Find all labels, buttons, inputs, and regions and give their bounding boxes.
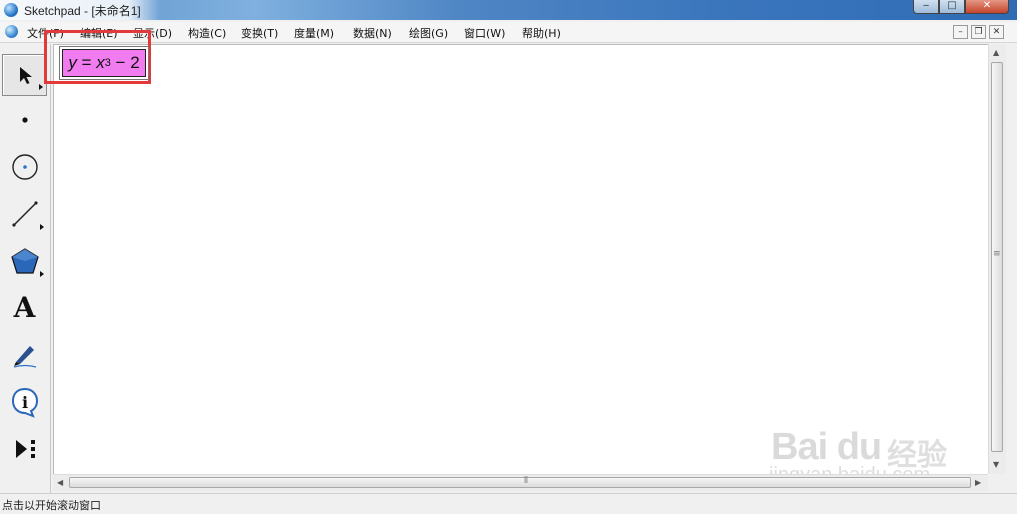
doc-restore-button[interactable]: ❐ xyxy=(971,25,986,39)
menu-measure[interactable]: 度量(M) xyxy=(294,25,334,41)
doc-close-button[interactable]: ✕ xyxy=(989,25,1004,39)
compass-tool[interactable] xyxy=(2,146,47,188)
doc-minimize-button[interactable]: – xyxy=(953,25,968,39)
straightedge-tool[interactable] xyxy=(2,193,47,235)
text-tool-icon: A xyxy=(13,291,36,324)
menu-graph[interactable]: 绘图(G) xyxy=(409,25,448,41)
document-icon[interactable] xyxy=(5,25,18,38)
custom-tool-icon xyxy=(15,440,35,458)
close-button[interactable]: ✕ xyxy=(965,0,1009,14)
menu-construct[interactable]: 构造(C) xyxy=(188,25,226,41)
equation-tail: − 2 xyxy=(110,53,140,72)
equation-label[interactable]: y = x 3 − 2 xyxy=(59,46,149,80)
svg-text:i: i xyxy=(21,393,27,412)
scroll-left-arrow[interactable]: ◀ xyxy=(57,478,63,487)
status-bar: 点击以开始滚动窗口 xyxy=(0,493,1017,514)
watermark-logo: Bai du xyxy=(771,426,882,468)
menu-window[interactable]: 窗口(W) xyxy=(464,25,505,41)
custom-tool[interactable] xyxy=(2,428,47,470)
vertical-scrollbar[interactable]: ▲ ≡ ▼ xyxy=(988,44,1006,474)
horizontal-grip-icon: ⦀ xyxy=(524,476,528,486)
selection-arrow-tool[interactable] xyxy=(2,54,47,96)
menu-transform[interactable]: 变换(T) xyxy=(241,25,278,41)
information-tool[interactable]: i xyxy=(2,381,47,423)
equation-lhs: y xyxy=(68,53,77,72)
sketchpad-app-icon xyxy=(4,3,18,17)
equation-equals: = xyxy=(76,53,97,72)
menu-bar: 文件(F) 编辑(E) 显示(D) 构造(C) 变换(T) 度量(M) 数据(N… xyxy=(0,22,1017,43)
scroll-up-arrow[interactable]: ▲ xyxy=(993,48,999,57)
window-controls: ‒ □ ✕ xyxy=(913,0,1009,16)
window-title: Sketchpad - [未命名1] xyxy=(24,4,141,18)
minimize-button[interactable]: ‒ xyxy=(913,0,939,14)
polygon-tool[interactable] xyxy=(2,240,47,282)
scroll-right-arrow[interactable]: ▶ xyxy=(975,478,981,487)
text-tool[interactable]: A xyxy=(2,287,47,329)
point-icon xyxy=(21,117,28,123)
horizontal-scrollbar[interactable]: ◀ ⦀ ▶ xyxy=(53,474,988,491)
compass-circle-icon xyxy=(11,154,38,180)
point-tool[interactable] xyxy=(2,99,47,141)
title-bar: Sketchpad - [未命名1] ‒ □ ✕ xyxy=(0,0,1017,20)
tool-submenu-indicator xyxy=(40,224,44,230)
vertical-scroll-thumb[interactable]: ≡ xyxy=(991,62,1003,452)
marker-pen-icon xyxy=(13,346,36,368)
straightedge-line-icon xyxy=(11,201,38,227)
maximize-button[interactable]: □ xyxy=(939,0,965,14)
marker-tool[interactable] xyxy=(2,334,47,376)
tool-submenu-indicator xyxy=(39,84,43,90)
horizontal-scroll-thumb[interactable]: ⦀ xyxy=(69,476,971,488)
vertical-grip-icon: ≡ xyxy=(993,249,1001,259)
status-text: 点击以开始滚动窗口 xyxy=(2,499,101,512)
menu-data[interactable]: 数据(N) xyxy=(353,25,392,41)
tool-submenu-indicator xyxy=(40,271,44,277)
toolbox: A i xyxy=(0,44,51,493)
information-icon: i xyxy=(11,387,38,418)
arrow-select-icon xyxy=(19,67,32,84)
menu-help[interactable]: 帮助(H) xyxy=(522,25,561,41)
equation-base: x xyxy=(96,53,105,72)
scroll-down-arrow[interactable]: ▼ xyxy=(993,460,999,469)
polygon-icon xyxy=(10,248,39,274)
